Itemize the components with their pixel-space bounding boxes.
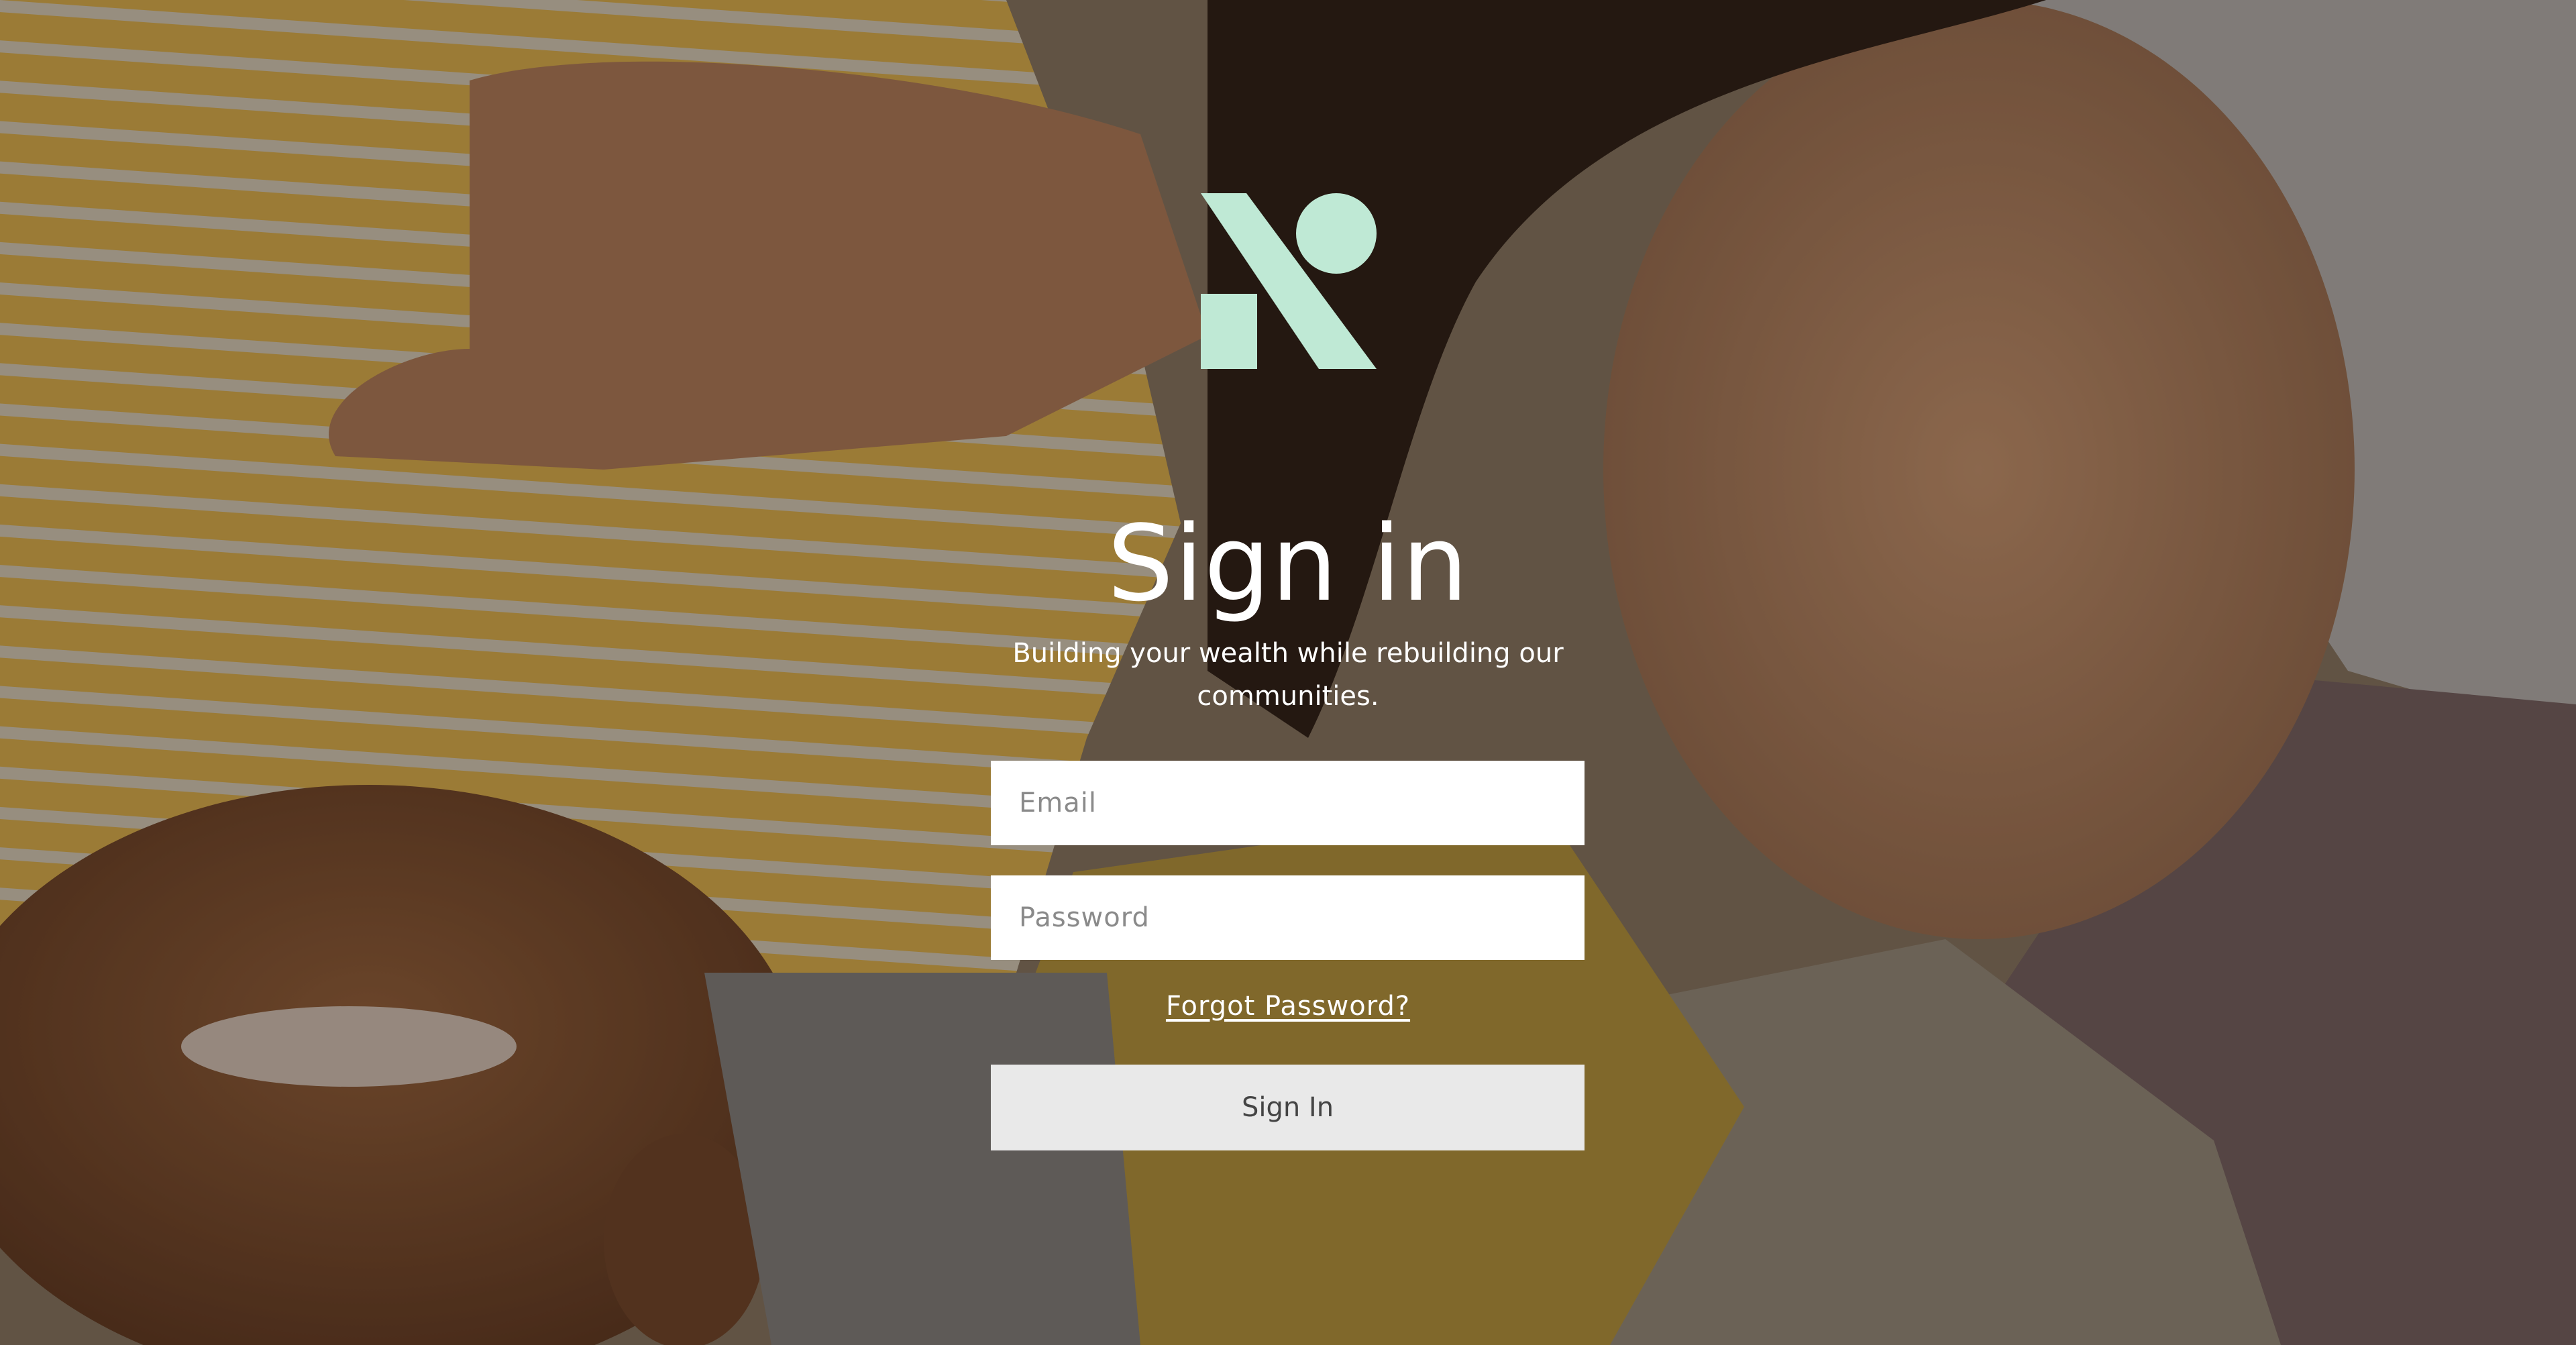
page-title: Sign in [1107,502,1469,625]
password-field[interactable] [991,875,1585,960]
sign-in-button[interactable]: Sign In [991,1065,1585,1150]
signin-form: Sign in Building your wealth while rebui… [0,0,2576,1345]
page-subtitle: Building your wealth while rebuilding ou… [1012,638,1564,712]
forgot-password-link[interactable]: Forgot Password? [1166,991,1410,1022]
brand-logo-icon [1201,193,1377,369]
email-field[interactable] [991,761,1585,845]
forgot-password-row: Forgot Password? [0,985,2576,1028]
signin-page: Sign in Building your wealth while rebui… [0,0,2576,1345]
